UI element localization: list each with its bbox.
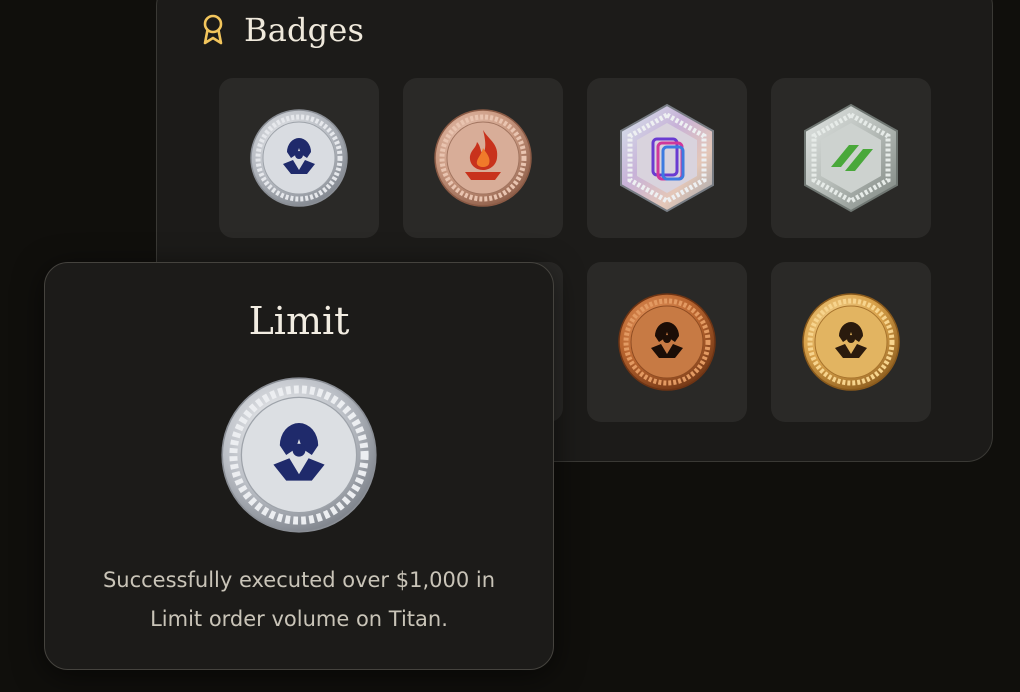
- titan-emblem-icon: [221, 377, 377, 533]
- badge-tile-holo-hex[interactable]: [587, 78, 747, 238]
- layered-squares-icon: [620, 103, 714, 213]
- badge-tile-titan-bronze[interactable]: [587, 262, 747, 422]
- titan-emblem-icon: [250, 109, 348, 207]
- badge-tile-limit-silver[interactable]: [219, 78, 379, 238]
- badge-detail-title: Limit: [248, 299, 350, 343]
- badge-detail-description: Successfully executed over $1,000 in Lim…: [102, 568, 496, 631]
- badge-tile-titan-gold[interactable]: [771, 262, 931, 422]
- badge-tile-fire-copper[interactable]: [403, 78, 563, 238]
- badge-detail-popup: Limit Successfully executed over $1,000 …: [44, 262, 554, 670]
- section-title: Badges: [244, 11, 365, 49]
- badge-tile-green-hex[interactable]: [771, 78, 931, 238]
- flame-icon: [434, 109, 532, 207]
- titan-emblem-icon: [618, 293, 716, 391]
- ribbon-award-icon: [203, 14, 223, 45]
- green-stripes-icon: [804, 103, 898, 213]
- badges-header: Badges: [200, 8, 364, 52]
- titan-emblem-icon: [802, 293, 900, 391]
